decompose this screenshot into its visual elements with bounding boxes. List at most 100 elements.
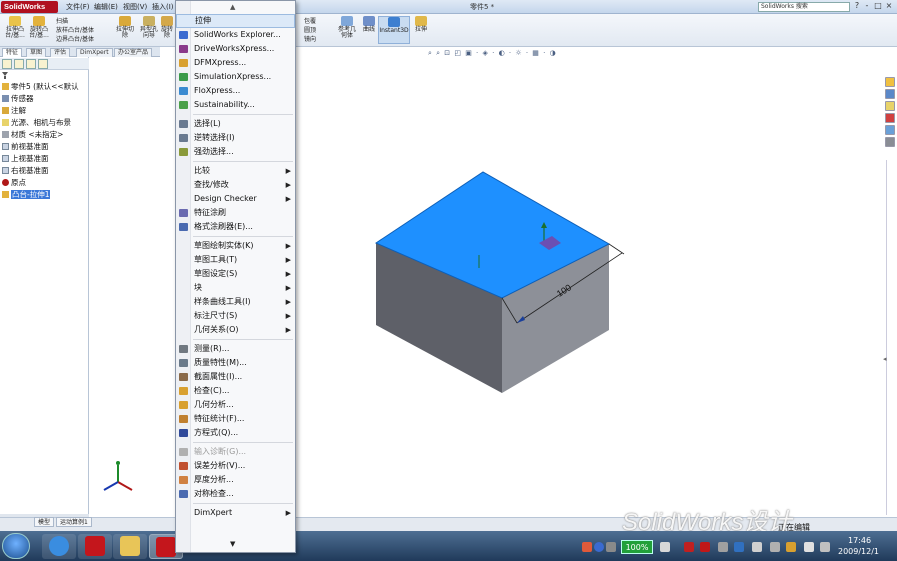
- menu-item[interactable]: 草图工具(T) ▶: [176, 253, 295, 267]
- view-palette-icon[interactable]: [885, 125, 895, 135]
- volume-icon[interactable]: [804, 542, 814, 552]
- menu-item-label: 对称检查...: [194, 489, 234, 498]
- dfm-icon: [179, 59, 188, 67]
- menu-item[interactable]: 强劲选择...: [176, 145, 295, 159]
- appearances-icon[interactable]: [885, 137, 895, 147]
- tray-keyboard-icon[interactable]: [660, 542, 670, 552]
- taskbar-explorer[interactable]: [113, 534, 147, 559]
- menu-item-label: 厚度分析...: [194, 475, 234, 484]
- taskbar-solidworks-1[interactable]: [78, 534, 112, 559]
- tree-item-annotations[interactable]: 注解: [2, 105, 26, 116]
- menu-item[interactable]: 查找/修改 ▶: [176, 178, 295, 192]
- tab-model[interactable]: 模型: [34, 517, 55, 527]
- feature-statistics-icon: [179, 415, 188, 423]
- menu-item[interactable]: 质量特性(M)...: [176, 356, 295, 370]
- clock-time[interactable]: 17:46: [848, 536, 871, 545]
- menu-item[interactable]: DriveWorksXpress...: [176, 42, 295, 56]
- design-library-icon[interactable]: [885, 89, 895, 99]
- menu-item[interactable]: 块 ▶: [176, 281, 295, 295]
- power-icon[interactable]: [820, 542, 830, 552]
- tree-item-lights[interactable]: 光源、相机与布景: [2, 117, 71, 128]
- menu-item[interactable]: 选择(L): [176, 117, 295, 131]
- menu-item[interactable]: DimXpert ▶: [176, 506, 295, 520]
- tray-app-icon[interactable]: [582, 542, 592, 552]
- task-pane-border: [886, 160, 887, 515]
- menu-item[interactable]: 几何分析...: [176, 398, 295, 412]
- filter-icon[interactable]: [0, 70, 89, 80]
- menu-item-label: DriveWorksXpress...: [194, 44, 275, 53]
- menu-item[interactable]: 厚度分析...: [176, 473, 295, 487]
- menu-scroll-down-icon[interactable]: ▼: [230, 540, 235, 548]
- extrude-feature-icon: [2, 191, 9, 198]
- menu-item-label: 几何分析...: [194, 400, 234, 409]
- menu-item-label: 块: [194, 283, 202, 292]
- menu-item[interactable]: 逆转选择(I): [176, 131, 295, 145]
- flo-icon: [179, 87, 188, 95]
- tree-item-origin[interactable]: 原点: [2, 177, 26, 188]
- menu-scroll-up-icon[interactable]: ▲: [230, 3, 235, 11]
- tree-item-sensors[interactable]: 传感器: [2, 93, 34, 104]
- menu-item[interactable]: 比较 ▶: [176, 164, 295, 178]
- file-explorer-icon[interactable]: [885, 101, 895, 111]
- tree-item-material[interactable]: 材质 <未指定>: [2, 129, 63, 140]
- menu-item[interactable]: DFMXpress...: [176, 56, 295, 70]
- dimension-extension-line: [608, 243, 625, 255]
- clock-date[interactable]: 2009/12/1: [838, 547, 879, 556]
- menu-separator: [193, 503, 293, 504]
- menu-item-label: 检查(C)...: [194, 386, 230, 395]
- tree-item-part[interactable]: 零件5 (默认<<默认: [2, 81, 79, 92]
- menu-item[interactable]: SolidWorks Explorer...: [176, 28, 295, 42]
- help-tray-icon[interactable]: [594, 542, 604, 552]
- task-pane-expand-icon[interactable]: ◂: [883, 355, 887, 363]
- submenu-arrow-icon: ▶: [285, 270, 291, 278]
- menu-item[interactable]: FloXpress...: [176, 84, 295, 98]
- folder-icon: [120, 536, 140, 556]
- tree-item-top-plane[interactable]: 上视基准面: [2, 153, 49, 164]
- tree-item-front-plane[interactable]: 前视基准面: [2, 141, 49, 152]
- menu-item[interactable]: 截面属性(I)...: [176, 370, 295, 384]
- battery-indicator[interactable]: 100%: [621, 540, 653, 554]
- menu-item[interactable]: 对称检查...: [176, 487, 295, 501]
- menu-item[interactable]: 特征统计(F)...: [176, 412, 295, 426]
- menu-item[interactable]: 检查(C)...: [176, 384, 295, 398]
- submenu-arrow-icon: ▶: [285, 256, 291, 264]
- tree-item-label: 凸台-拉伸1: [11, 190, 51, 199]
- menu-item[interactable]: 草图绘制实体(K) ▶: [176, 239, 295, 253]
- check-icon: [179, 387, 188, 395]
- network-icon[interactable]: [770, 542, 780, 552]
- menu-item[interactable]: 格式涂刷器(E)...: [176, 220, 295, 234]
- menu-item[interactable]: 草图设定(S) ▶: [176, 267, 295, 281]
- bluetooth-icon[interactable]: [734, 542, 744, 552]
- tray-display-icon[interactable]: [752, 542, 762, 552]
- ati-icon[interactable]: [700, 542, 710, 552]
- menu-item[interactable]: Design Checker ▶: [176, 192, 295, 206]
- menu-item-label: FloXpress...: [194, 86, 241, 95]
- resources-icon[interactable]: [885, 77, 895, 87]
- start-button[interactable]: [2, 533, 30, 559]
- menu-item-label: 拉伸: [195, 16, 211, 25]
- tree-item-right-plane[interactable]: 右视基准面: [2, 165, 49, 176]
- tree-item-boss-extrude[interactable]: 凸台-拉伸1: [2, 189, 51, 200]
- menu-item[interactable]: 误差分析(V)...: [176, 459, 295, 473]
- tab-motion-study[interactable]: 运动算例1: [56, 517, 92, 527]
- tray-security-icon[interactable]: [684, 542, 694, 552]
- menu-item[interactable]: 几何关系(O) ▶: [176, 323, 295, 337]
- menu-item[interactable]: 特征涂刷: [176, 206, 295, 220]
- configuration-manager-icon[interactable]: [26, 59, 36, 69]
- dimxpert-manager-icon[interactable]: [38, 59, 48, 69]
- taskbar-ie[interactable]: [42, 534, 76, 559]
- menu-item[interactable]: 方程式(Q)...: [176, 426, 295, 440]
- menu-item[interactable]: SimulationXpress...: [176, 70, 295, 84]
- menu-item[interactable]: 标注尺寸(S) ▶: [176, 309, 295, 323]
- menu-item[interactable]: 样条曲线工具(I) ▶: [176, 295, 295, 309]
- feature-tree-icon[interactable]: [2, 59, 12, 69]
- menu-item[interactable]: 测量(R)...: [176, 342, 295, 356]
- menu-item-label: 截面属性(I)...: [194, 372, 243, 381]
- menu-item[interactable]: 拉伸: [176, 14, 295, 28]
- search-results-icon[interactable]: [885, 113, 895, 123]
- tray-settings-icon[interactable]: [606, 542, 616, 552]
- tray-device-icon[interactable]: [718, 542, 728, 552]
- tray-alert-icon[interactable]: [786, 542, 796, 552]
- menu-item[interactable]: Sustainability...: [176, 98, 295, 112]
- property-manager-icon[interactable]: [14, 59, 24, 69]
